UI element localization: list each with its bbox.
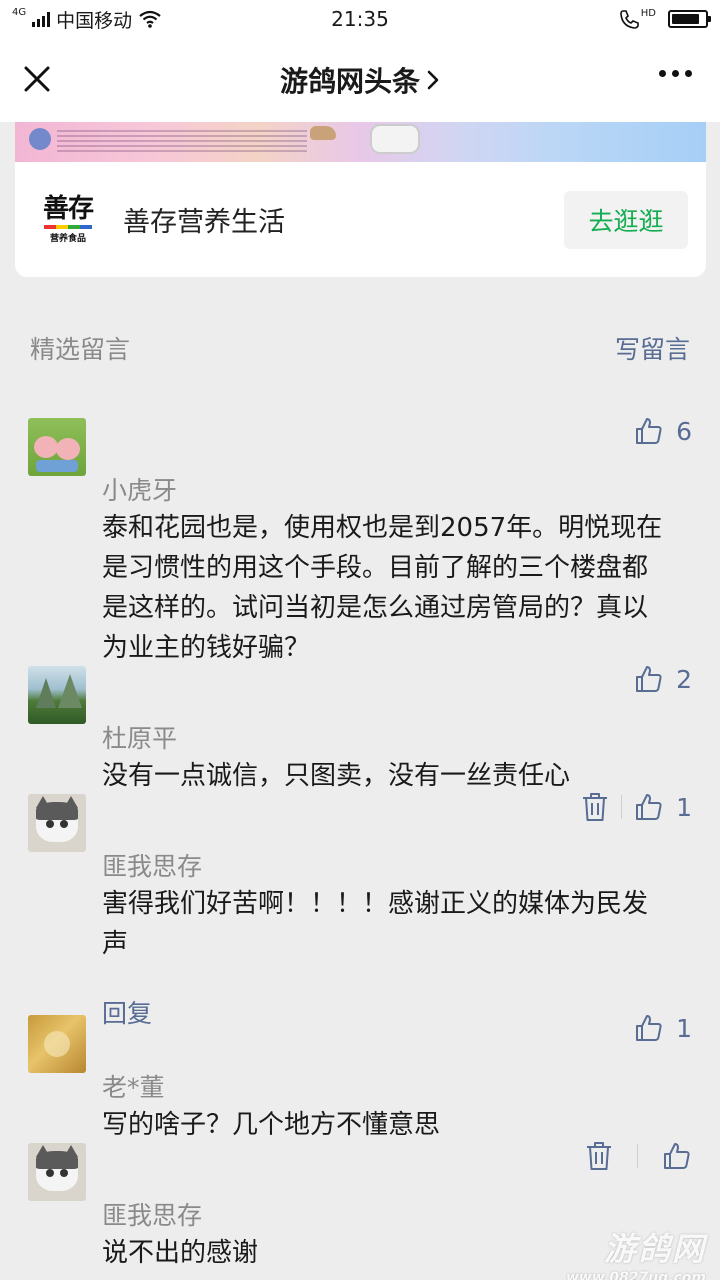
more-dot xyxy=(659,70,666,77)
thumbs-up-icon xyxy=(636,666,662,692)
watermark: 游鸽网 www.0827ug.com xyxy=(566,1224,706,1280)
watermark-title: 游鸽网 xyxy=(603,1230,706,1268)
comment-body: 杜原平 没有一点诚信，只图卖，没有一丝责任心 xyxy=(102,724,692,796)
trash-icon xyxy=(587,1142,611,1170)
close-icon xyxy=(24,66,50,92)
commenter-name: 老*董 xyxy=(102,1073,165,1102)
comment-body: 小虎牙 泰和花园也是，使用权也是到2057年。明悦现在是习惯性的用这个手段。目前… xyxy=(102,476,692,668)
hd-label: HD xyxy=(640,8,656,19)
status-right: HD xyxy=(618,8,711,30)
more-dot xyxy=(685,70,692,77)
comment-actions: 2 xyxy=(634,664,692,694)
avatar[interactable] xyxy=(28,418,86,476)
watermark-url: www.0827ug.com xyxy=(566,1270,706,1280)
comment-item: 杜原平 没有一点诚信，只图卖，没有一丝责任心 2 xyxy=(28,664,692,796)
avatar[interactable] xyxy=(28,666,86,724)
comment-body: 老*董 写的啥子？几个地方不懂意思 xyxy=(102,1073,692,1145)
brand-logo-sub: 营养食品 xyxy=(49,234,86,245)
comment-text: 害得我们好苦啊！！！！感谢正义的媒体为民发声 xyxy=(102,889,649,959)
battery-fill xyxy=(672,14,700,24)
comment-item: 匪我思存 害得我们好苦啊！！！！感谢正义的媒体为民发声 回复 1 xyxy=(28,792,692,1030)
comment-item: 老*董 写的啥子？几个地方不懂意思 1 xyxy=(28,1013,692,1145)
comment-body: 匪我思存 害得我们好苦啊！！！！感谢正义的媒体为民发声 回复 xyxy=(102,852,692,1030)
delete-button[interactable] xyxy=(585,1141,613,1171)
ad-banner-sneaker xyxy=(370,124,420,154)
signal-icon xyxy=(32,11,51,27)
avatar[interactable] xyxy=(28,794,86,852)
battery-icon xyxy=(668,10,711,28)
chevron-right-icon xyxy=(427,70,439,90)
like-count: 1 xyxy=(676,1013,692,1043)
action-separator xyxy=(621,795,623,819)
brand-logo: 善存 营养食品 xyxy=(43,193,94,245)
thumbs-up-icon xyxy=(636,1015,662,1041)
delete-button[interactable] xyxy=(581,792,609,822)
comment-actions: 6 xyxy=(634,416,692,446)
hd-call-icon: HD xyxy=(618,8,656,30)
commenter-name: 杜原平 xyxy=(102,724,178,753)
nav-bar: 游鸽网头条 xyxy=(0,38,720,122)
commenter-name: 匪我思存 xyxy=(102,852,203,881)
write-comment-link[interactable]: 写留言 xyxy=(615,330,690,366)
like-button[interactable]: 1 xyxy=(634,1013,692,1043)
account-title[interactable]: 游鸽网头条 xyxy=(280,60,440,100)
like-count: 2 xyxy=(676,664,692,694)
comment-text: 没有一点诚信，只图卖，没有一丝责任心 xyxy=(102,761,571,791)
more-dot xyxy=(672,70,679,77)
like-button[interactable] xyxy=(662,1141,692,1171)
comments-title: 精选留言 xyxy=(30,335,131,364)
close-button[interactable] xyxy=(20,62,54,96)
ad-card[interactable]: 善存 营养食品 善存营养生活 去逛逛 xyxy=(15,122,706,277)
brand-logo-bar xyxy=(44,225,92,230)
ad-brand-name: 善存营养生活 xyxy=(123,207,285,238)
like-button[interactable]: 6 xyxy=(634,416,692,446)
account-name: 游鸽网头条 xyxy=(279,65,420,98)
avatar[interactable] xyxy=(28,1143,86,1201)
commenter-name: 小虎牙 xyxy=(102,476,178,505)
network-type: 4G xyxy=(12,6,27,18)
visit-button[interactable]: 去逛逛 xyxy=(564,190,688,249)
ad-banner-fine-print xyxy=(57,130,307,154)
wifi-icon xyxy=(139,10,161,28)
comment-text: 写的啥子？几个地方不懂意思 xyxy=(102,1110,441,1140)
brand-logo-text: 善存 xyxy=(43,193,94,224)
comment-text: 泰和花园也是，使用权也是到2057年。明悦现在是习惯性的用这个手段。目前了解的三… xyxy=(102,513,663,663)
avatar[interactable] xyxy=(28,1015,86,1073)
like-button[interactable]: 1 xyxy=(634,792,692,822)
thumbs-up-icon xyxy=(636,794,662,820)
comment-item: 小虎牙 泰和花园也是，使用权也是到2057年。明悦现在是习惯性的用这个手段。目前… xyxy=(28,416,692,668)
status-left: 4G 中国移动 xyxy=(12,6,162,33)
trash-icon xyxy=(583,793,608,821)
like-count: 1 xyxy=(676,792,692,822)
ad-banner-shoe xyxy=(310,126,336,140)
comment-actions: 1 xyxy=(581,792,692,822)
like-count: 6 xyxy=(676,416,692,446)
thumbs-up-icon xyxy=(636,418,662,444)
carrier-name: 中国移动 xyxy=(56,9,133,32)
ad-banner-image[interactable] xyxy=(15,122,706,162)
ad-banner-logo xyxy=(29,128,51,150)
comment-actions xyxy=(585,1141,692,1171)
comments-header: 精选留言 写留言 xyxy=(30,330,690,366)
like-button[interactable]: 2 xyxy=(634,664,692,694)
more-button[interactable] xyxy=(659,70,692,77)
action-separator xyxy=(637,1144,638,1168)
thumbs-up-icon xyxy=(664,1143,690,1169)
status-bar: 4G 中国移动 21:35 HD xyxy=(0,0,720,38)
ad-row: 善存 营养食品 善存营养生活 去逛逛 xyxy=(15,162,706,277)
comment-actions: 1 xyxy=(634,1013,692,1043)
